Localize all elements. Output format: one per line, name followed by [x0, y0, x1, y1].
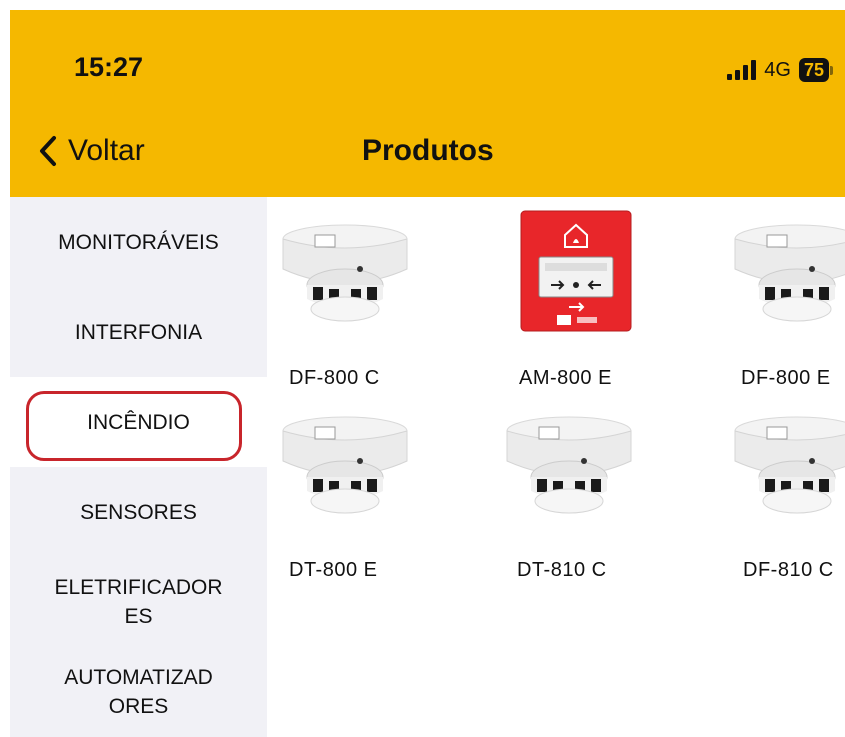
product-grid: DF-800 C AM-800 E DF-800 E DT-800 E DT-8…	[267, 197, 845, 737]
smoke-detector-icon	[282, 416, 408, 514]
category-interfonia[interactable]: INTERFONIA	[10, 287, 267, 377]
chevron-left-icon	[40, 136, 56, 166]
product-name: DT-810 C	[517, 559, 607, 581]
battery-icon: 75	[798, 58, 833, 82]
status-indicators: 4G 75	[727, 56, 833, 84]
category-label: INTERFONIA	[74, 320, 203, 344]
battery-level: 75	[798, 58, 829, 82]
smoke-detector-icon	[282, 224, 408, 322]
smoke-detector-icon	[734, 416, 845, 514]
manual-alarm-button-icon	[520, 210, 632, 332]
product-name: DF-800 C	[289, 367, 380, 389]
product-name: DF-800 E	[741, 367, 831, 389]
product-df-800-c[interactable]: DF-800 C	[275, 217, 475, 389]
signal-bars-icon	[727, 60, 757, 80]
product-dt-810-c[interactable]: DT-810 C	[499, 409, 699, 581]
network-type: 4G	[764, 58, 791, 81]
category-label: ELETRIFICADOR ES	[54, 576, 223, 628]
smoke-detector-icon	[506, 416, 632, 514]
product-df-810-c[interactable]: DF-810 C	[727, 409, 845, 581]
smoke-detector-icon	[734, 224, 845, 322]
selected-category-highlight	[26, 391, 242, 461]
back-button[interactable]: Voltar	[38, 134, 145, 168]
category-eletrificadores[interactable]: ELETRIFICADOR ES	[10, 557, 267, 647]
category-sidebar: MONITORÁVEIS INTERFONIA INCÊNDIO SENSORE…	[10, 197, 267, 737]
category-label: SENSORES	[80, 500, 197, 524]
category-automatizadores[interactable]: AUTOMATIZAD ORES	[10, 647, 267, 737]
product-dt-800-e[interactable]: DT-800 E	[275, 409, 475, 581]
category-sensores[interactable]: SENSORES	[10, 467, 267, 557]
category-label: MONITORÁVEIS	[58, 230, 219, 254]
back-label: Voltar	[68, 134, 145, 167]
category-monitoraveis[interactable]: MONITORÁVEIS	[10, 197, 267, 287]
product-name: AM-800 E	[519, 367, 612, 389]
product-name: DT-800 E	[289, 559, 378, 581]
status-time: 15:27	[74, 52, 144, 82]
app-header: 15:27 4G 75	[10, 10, 845, 197]
product-am-800-e[interactable]: AM-800 E	[517, 207, 717, 389]
page-title: Produtos	[362, 134, 494, 167]
product-df-800-e[interactable]: DF-800 E	[727, 217, 845, 389]
product-name: DF-810 C	[743, 559, 834, 581]
category-label: AUTOMATIZAD ORES	[64, 666, 213, 718]
